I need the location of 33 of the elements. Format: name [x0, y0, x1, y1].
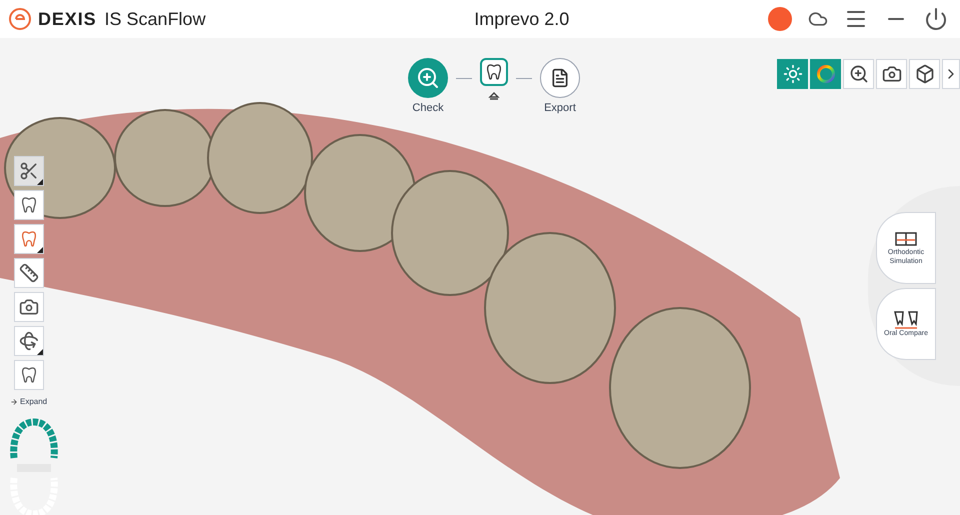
camera-icon [18, 297, 39, 317]
tooth-search-icon [416, 66, 440, 90]
power-icon[interactable] [924, 7, 948, 31]
tooth-icon [484, 62, 504, 82]
tool-button[interactable] [14, 326, 44, 356]
camera-icon [882, 64, 902, 84]
workflow-step-button[interactable] [540, 58, 580, 98]
tool-button[interactable] [14, 360, 44, 390]
brand-name: DEXIS [38, 8, 97, 30]
workflow-step-button[interactable] [480, 58, 508, 86]
brand-logo-icon [8, 7, 32, 31]
window-title: Imprevo 2.0 [474, 8, 570, 31]
scissors-icon [18, 161, 39, 181]
tool-button[interactable] [14, 258, 44, 288]
tool-button[interactable] [14, 224, 44, 254]
rotate-icon [18, 331, 39, 351]
tool-button[interactable] [14, 292, 44, 322]
ruler-icon [18, 263, 39, 283]
step-label: Check [412, 101, 444, 116]
product-name: IS ScanFlow [104, 8, 206, 30]
color-ring-icon [816, 64, 836, 84]
arrow-right-icon [10, 398, 18, 406]
tool-button[interactable] [14, 156, 44, 186]
two-teeth-icon [892, 310, 920, 330]
expand-button[interactable]: Expand [10, 396, 48, 408]
cube-icon [914, 64, 934, 84]
eject-icon [488, 90, 500, 102]
document-icon [550, 68, 570, 88]
step-label: Export [544, 101, 576, 116]
upper-jaw-icon[interactable] [9, 418, 59, 460]
zoom-icon [848, 64, 868, 84]
sun-icon [782, 64, 802, 84]
tool-button[interactable] [14, 190, 44, 220]
